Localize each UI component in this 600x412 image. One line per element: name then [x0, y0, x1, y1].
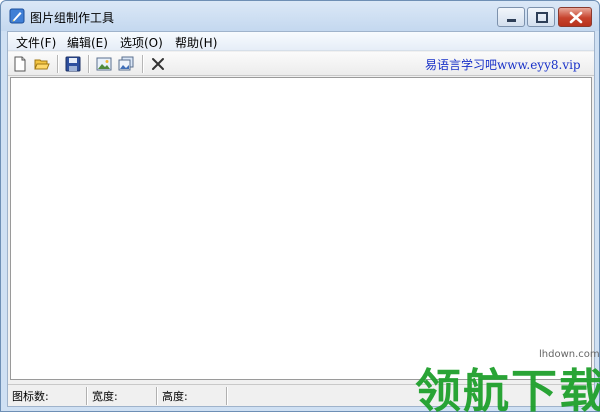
menu-help[interactable]: 帮助(H)	[175, 34, 217, 51]
toolbar-separator	[142, 55, 144, 73]
menu-file[interactable]: 文件(F)	[16, 34, 56, 51]
minimize-icon	[507, 19, 516, 22]
delete-button[interactable]	[149, 55, 167, 73]
status-divider	[86, 387, 88, 405]
window-title: 图片组制作工具	[30, 11, 115, 25]
watermark: 领航下载 lhdown.com	[415, 349, 600, 412]
title-bar[interactable]: 图片组制作工具	[1, 1, 599, 31]
menu-edit[interactable]: 编辑(E)	[67, 34, 108, 51]
menu-bar: 文件(F) 编辑(E) 选项(O) 帮助(H)	[8, 32, 594, 51]
status-height: 高度:	[162, 390, 188, 403]
save-icon	[65, 56, 81, 72]
watermark-url: lhdown.com	[539, 349, 600, 360]
status-divider	[226, 387, 228, 405]
delete-icon	[152, 58, 164, 70]
close-button[interactable]	[558, 7, 592, 27]
close-icon	[569, 11, 583, 24]
status-width: 宽度:	[92, 390, 118, 403]
image-group-icon	[118, 56, 134, 71]
maximize-button[interactable]	[527, 7, 555, 27]
toolbar-separator	[57, 55, 59, 73]
toolbar: 易语言学习吧www.eyy8.vip	[8, 52, 594, 76]
site-link[interactable]: 易语言学习吧www.eyy8.vip	[425, 56, 581, 73]
image-group-button[interactable]	[117, 55, 135, 73]
image-canvas[interactable]	[10, 77, 592, 380]
client-area: 文件(F) 编辑(E) 选项(O) 帮助(H) 易语言学习吧www.eyy8.v…	[7, 31, 595, 407]
watermark-text: 领航下载	[415, 364, 600, 412]
open-button[interactable]	[33, 55, 51, 73]
status-divider	[156, 387, 158, 405]
app-window: 图片组制作工具 文件(F) 编辑(E) 选项(O) 帮助(H) 易语言学习吧ww…	[0, 0, 600, 412]
new-button[interactable]	[11, 55, 29, 73]
toolbar-separator	[88, 55, 90, 73]
add-image-button[interactable]	[95, 55, 113, 73]
status-icon-count: 图标数:	[12, 390, 49, 403]
open-folder-icon	[34, 59, 50, 70]
save-button[interactable]	[64, 55, 82, 73]
image-icon	[96, 57, 112, 71]
minimize-button[interactable]	[497, 7, 525, 27]
menu-options[interactable]: 选项(O)	[120, 34, 163, 51]
new-file-icon	[14, 56, 26, 72]
app-icon	[9, 8, 25, 24]
maximize-icon	[536, 12, 548, 23]
